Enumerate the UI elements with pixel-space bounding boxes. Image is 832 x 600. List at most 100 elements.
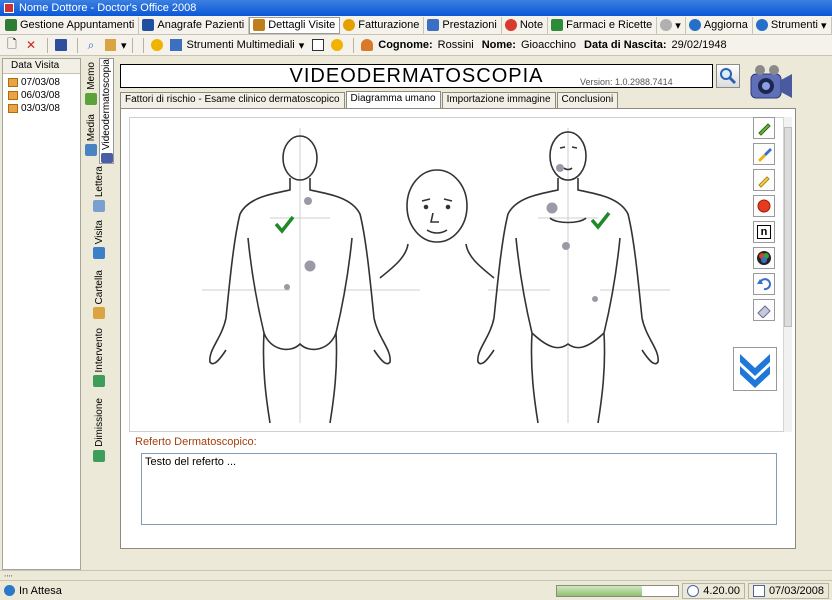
undo-button[interactable] [753,273,775,295]
surgery-icon [93,375,105,388]
menu-label: Note [519,19,544,31]
drawing-toolbar: n [753,117,777,325]
tab-label: Videodermatoscopia [101,59,112,150]
circle-marker-tool-button[interactable] [753,195,775,217]
eraser-icon [757,305,771,318]
stethoscope-icon [93,247,105,260]
chevron-down-icon[interactable]: ▾ [299,39,305,52]
color-palette-icon [757,251,771,265]
menu-dettagli-visite[interactable]: Dettagli Visite [249,16,341,34]
tab-content-panel: n Referto Dermatoscopico: Testo del refe… [120,108,796,549]
visit-list-panel: Data Visita 07/03/08 06/03/08 03/03/08 [2,58,81,570]
highlighter-icon [758,176,770,188]
multimedia-icon [169,39,182,51]
bottom-splitter[interactable]: ∙∙∙∙ [0,570,832,580]
menu-note[interactable]: Note [502,16,549,34]
tab-dimissione[interactable]: Dimissione [83,398,115,462]
tab-memo[interactable]: Memo [83,62,99,105]
menu-anagrafe-pazienti[interactable]: Anagrafe Pazienti [139,16,250,34]
referto-label: Referto Dermatoscopico: [135,436,257,448]
tab-cartella[interactable]: Cartella [83,270,115,320]
pencil-tool-button[interactable] [753,117,775,139]
videodermatoscopy-module: VIDEODERMATOSCOPIA Version: 1.0.2988.741… [118,60,830,570]
save-icon [55,39,67,51]
chevron-down-icon[interactable]: ▾ [121,39,127,52]
version-label: Version: 1.0.2988.7414 [580,77,673,87]
menu-farmaci-e-ricette[interactable]: Farmaci e Ricette [548,16,658,34]
tab-label: Memo [85,62,97,90]
menu-label: Dettagli Visite [268,19,336,31]
arrow-left-icon [150,39,163,51]
window-title: Nome Dottore - Doctor's Office 2008 [19,2,197,14]
section-vertical-tabs: Memo Videodermatoscopia Media Lettera Vi… [83,58,115,570]
tab-lettera[interactable]: Lettera [83,166,115,213]
status-date: 07/03/2008 [747,582,829,599]
refresh-icon [688,19,701,31]
new-document-button[interactable]: 🗋 [4,37,20,53]
scrollbar-thumb[interactable] [784,127,792,327]
toolbar-separator [142,37,144,53]
visit-list-header[interactable]: Data Visita [3,59,80,74]
main-toolbar: 🗋 ✕ ⌕ ▾ Strumenti Multimediali ▾ Cognome… [0,35,832,56]
brush-tool-button[interactable] [753,143,775,165]
menu-gestione-appuntamenti[interactable]: Gestione Appuntamenti [2,16,140,34]
pencil-icon [758,123,771,136]
search-button[interactable]: ⌕ [83,37,99,53]
highlighter-tool-button[interactable] [753,169,775,191]
diagram-scrollbar[interactable] [783,117,792,432]
note-icon [504,19,517,31]
menu-options-dropdown[interactable]: ▾ [657,16,686,34]
module-tabs: Fattori di rischio - Esame clinico derma… [120,91,619,109]
tab-intervento[interactable]: Intervento [83,328,115,388]
menu-label: Farmaci e Ricette [566,19,653,31]
back-button[interactable] [149,37,165,53]
list-item[interactable]: 07/03/08 [3,76,80,89]
visit-folder-icon [8,104,18,113]
multimedia-tools-label[interactable]: Strumenti Multimediali [187,39,295,51]
visit-date: 07/03/08 [21,77,60,88]
menu-label: Strumenti [770,19,818,31]
menu-prestazioni[interactable]: Prestazioni [424,16,502,34]
record-button[interactable] [310,37,326,53]
tab-label: Dimissione [93,398,105,447]
color-tool-button[interactable] [753,247,775,269]
delete-button[interactable]: ✕ [23,37,39,53]
tools-icon [755,19,768,31]
human-body-diagram[interactable] [129,117,789,432]
tab-diagramma-umano[interactable]: Diagramma umano [345,91,441,108]
multimedia-button[interactable] [168,37,184,53]
clock-icon [687,584,700,597]
tab-media[interactable]: Media [83,114,99,157]
search-button[interactable] [716,64,740,88]
clipboard-button[interactable] [102,37,118,53]
body-outline-drawing [202,128,670,424]
eraser-tool-button[interactable] [753,299,775,321]
progress-bar [556,584,680,597]
scroll-down-button[interactable] [733,347,777,391]
forward-button[interactable] [329,37,345,53]
list-item[interactable]: 06/03/08 [3,89,80,102]
toolbar-separator [47,37,48,53]
pencil-icon [85,92,97,105]
save-button[interactable] [53,37,69,53]
toolbar-separator [353,37,355,53]
document-icon [427,19,440,31]
tab-videodermatoscopia[interactable]: Videodermatoscopia [99,58,114,164]
letter-icon [93,200,105,213]
menu-aggiorna[interactable]: Aggiorna [686,16,753,34]
arrow-right-icon [331,39,344,51]
chevron-down-icon: ▾ [675,19,681,32]
tab-conclusioni[interactable]: Conclusioni [556,92,619,108]
tab-visita[interactable]: Visita [83,220,115,260]
grip-icon: ∙∙∙∙ [4,571,13,580]
time-value: 4.20.00 [703,584,740,597]
tab-importazione-immagine[interactable]: Importazione immagine [441,92,556,108]
text-tool-button[interactable]: n [753,221,775,243]
discharge-icon [93,449,105,462]
menu-fatturazione[interactable]: Fatturazione [340,16,425,34]
menu-strumenti[interactable]: Strumenti ▾ [753,16,832,34]
list-item[interactable]: 03/03/08 [3,102,80,115]
tab-fattori-di-rischio[interactable]: Fattori di rischio - Esame clinico derma… [120,92,345,108]
referto-textarea[interactable]: Testo del referto ... [141,453,777,525]
tab-label: Cartella [93,270,105,305]
